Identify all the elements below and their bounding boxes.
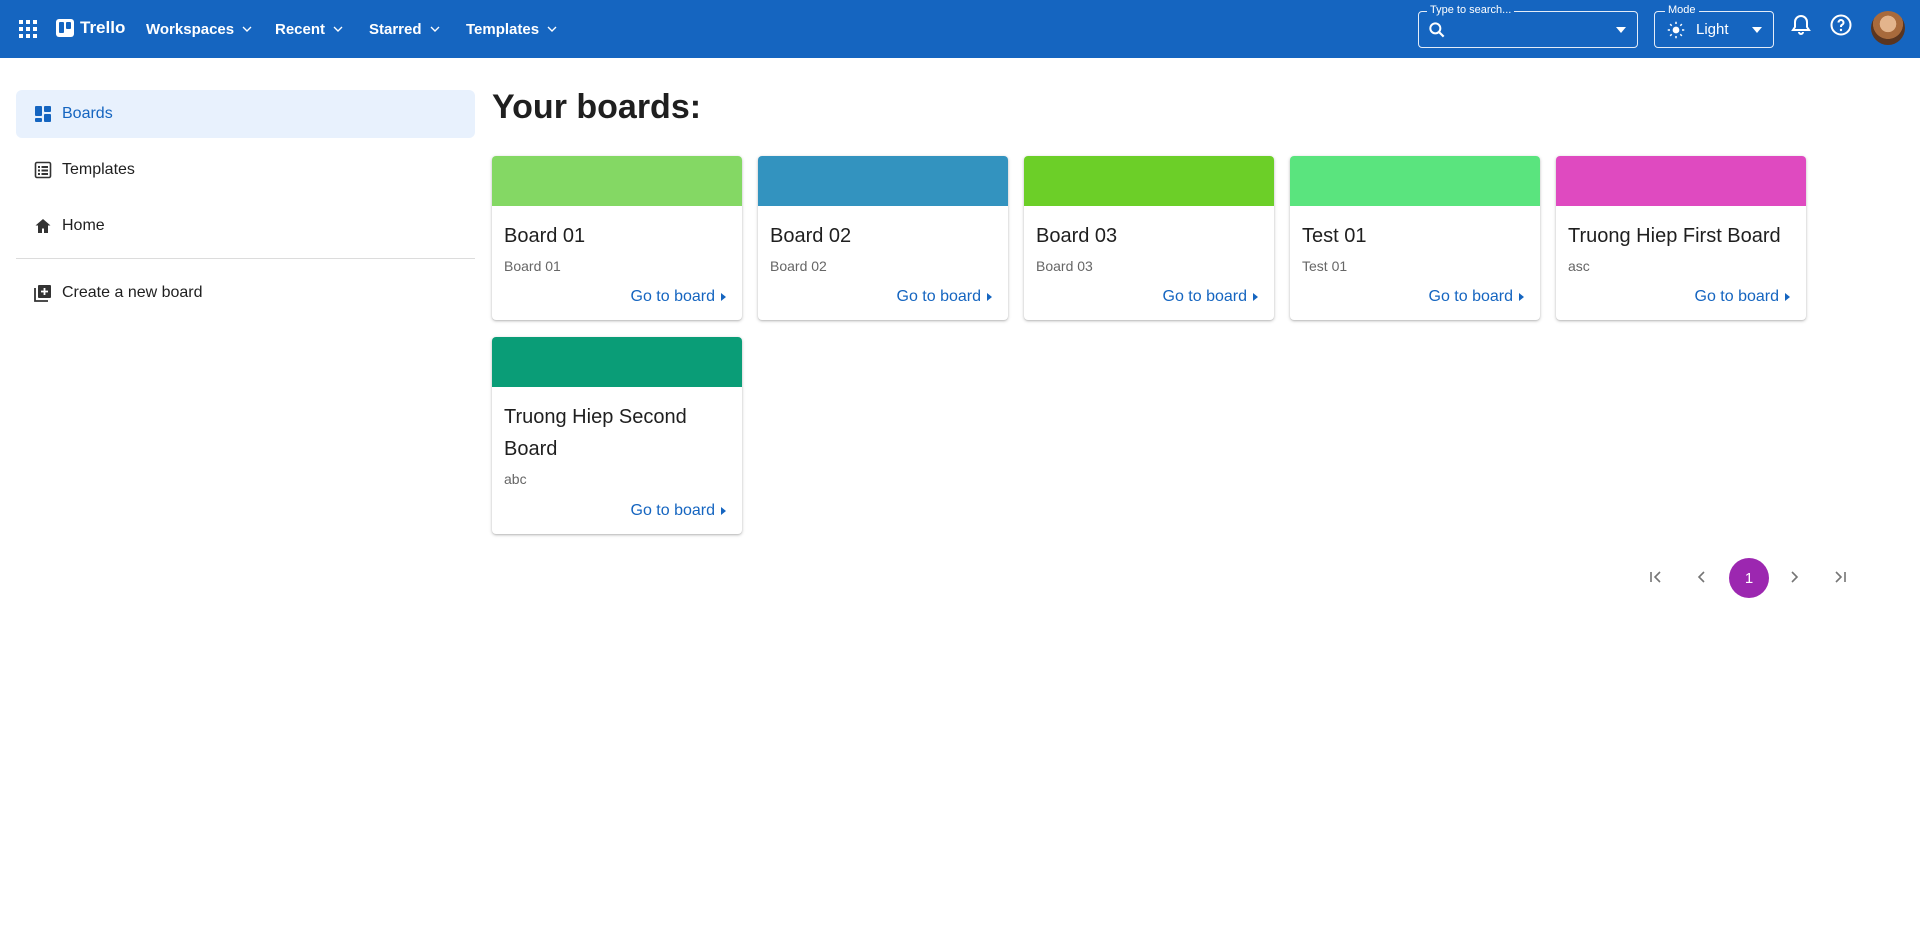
- nav-workspaces[interactable]: Workspaces: [146, 0, 255, 58]
- app-name: Trello: [80, 18, 126, 37]
- board-description: Test 01: [1302, 258, 1348, 274]
- nav-starred[interactable]: Starred: [369, 0, 443, 58]
- board-cover: [758, 156, 1008, 206]
- app-logo[interactable]: Trello: [56, 18, 125, 38]
- caret-down-icon: [1752, 27, 1762, 33]
- go-to-board-label: Go to board: [1428, 288, 1514, 305]
- go-to-board-link[interactable]: Go to board: [630, 288, 726, 306]
- previous-page-button[interactable]: [1684, 559, 1720, 595]
- sun-icon: [1667, 21, 1685, 39]
- sidebar-divider: [16, 258, 475, 259]
- board-title: Board 02: [770, 225, 852, 247]
- go-to-board-link[interactable]: Go to board: [630, 502, 726, 520]
- go-to-board-label: Go to board: [896, 288, 982, 305]
- first-page-icon: [1650, 571, 1661, 583]
- board-card[interactable]: Truong Hiep First Board asc Go to board: [1556, 156, 1806, 320]
- sidebar-item-templates[interactable]: Templates: [16, 146, 475, 194]
- caret-down-icon[interactable]: [1615, 24, 1627, 36]
- avatar[interactable]: [1871, 11, 1905, 45]
- board-description: Board 03: [1036, 258, 1093, 274]
- current-page-button[interactable]: 1: [1729, 558, 1769, 598]
- search-label: Type to search...: [1427, 4, 1515, 16]
- first-page-button[interactable]: [1638, 559, 1674, 595]
- board-description: Board 02: [770, 258, 827, 274]
- chevron-left-icon: [1697, 571, 1705, 583]
- board-cover: [492, 156, 742, 206]
- board-card[interactable]: Board 03 Board 03 Go to board: [1024, 156, 1274, 320]
- go-to-board-label: Go to board: [630, 288, 716, 305]
- go-to-board-label: Go to board: [1162, 288, 1248, 305]
- board-description: Board 01: [504, 258, 561, 274]
- board-card[interactable]: Truong Hiep Second Board abc Go to board: [492, 337, 742, 534]
- page-title: Your boards:: [492, 88, 702, 126]
- next-page-button[interactable]: [1776, 559, 1812, 595]
- board-title: Board 03: [1036, 225, 1118, 247]
- board-title: Test 01: [1302, 225, 1367, 247]
- chevron-down-icon: [333, 26, 343, 32]
- sidebar-item-label: Create a new board: [62, 284, 203, 301]
- nav-recent[interactable]: Recent: [275, 0, 346, 58]
- chevron-down-icon: [430, 26, 440, 32]
- list-alt-icon: [34, 161, 52, 179]
- arrow-right-icon: [721, 293, 726, 301]
- sidebar: Boards Templates Home Create a new board: [16, 90, 475, 325]
- sidebar-item-label: Templates: [62, 161, 135, 178]
- library-add-icon: [34, 284, 52, 302]
- go-to-board-link[interactable]: Go to board: [1694, 288, 1790, 306]
- board-cover: [1024, 156, 1274, 206]
- board-cover: [492, 337, 742, 387]
- help-icon[interactable]: [1829, 13, 1853, 37]
- mode-value: Light: [1696, 21, 1729, 38]
- board-description: abc: [504, 471, 527, 487]
- notifications-bell-icon[interactable]: [1789, 13, 1813, 37]
- chevron-down-icon: [547, 26, 557, 32]
- go-to-board-label: Go to board: [630, 502, 716, 519]
- mode-select[interactable]: Mode Light: [1654, 4, 1774, 48]
- go-to-board-label: Go to board: [1694, 288, 1780, 305]
- sidebar-item-home[interactable]: Home: [16, 202, 475, 250]
- board-cover: [1556, 156, 1806, 206]
- go-to-board-link[interactable]: Go to board: [1162, 288, 1258, 306]
- trello-logo-icon: [56, 19, 74, 37]
- board-description: asc: [1568, 258, 1590, 274]
- search-input[interactable]: Type to search...: [1418, 4, 1638, 48]
- nav-starred-label: Starred: [369, 20, 422, 38]
- chevron-right-icon: [1791, 571, 1799, 583]
- nav-templates-label: Templates: [466, 20, 540, 38]
- go-to-board-link[interactable]: Go to board: [1428, 288, 1524, 306]
- arrow-right-icon: [721, 507, 726, 515]
- sidebar-item-boards[interactable]: Boards: [16, 90, 475, 138]
- sidebar-item-label: Home: [62, 217, 105, 234]
- board-cover: [1290, 156, 1540, 206]
- arrow-right-icon: [1253, 293, 1258, 301]
- board-title: Truong Hiep Second Board: [504, 406, 687, 460]
- arrow-right-icon: [987, 293, 992, 301]
- nav-recent-label: Recent: [275, 20, 326, 38]
- apps-grid-icon[interactable]: [16, 17, 40, 41]
- nav-workspaces-label: Workspaces: [146, 20, 235, 38]
- dashboard-icon: [34, 105, 52, 123]
- board-card[interactable]: Board 01 Board 01 Go to board: [492, 156, 742, 320]
- arrow-right-icon: [1519, 293, 1524, 301]
- board-card[interactable]: Test 01 Test 01 Go to board: [1290, 156, 1540, 320]
- arrow-right-icon: [1785, 293, 1790, 301]
- nav-templates[interactable]: Templates: [466, 0, 560, 58]
- search-icon: [1429, 22, 1445, 38]
- last-page-icon: [1835, 571, 1846, 583]
- board-title: Truong Hiep First Board: [1568, 225, 1781, 247]
- board-card[interactable]: Board 02 Board 02 Go to board: [758, 156, 1008, 320]
- sidebar-item-create-board[interactable]: Create a new board: [16, 269, 475, 317]
- mode-label: Mode: [1665, 4, 1699, 16]
- go-to-board-link[interactable]: Go to board: [896, 288, 992, 306]
- chevron-down-icon: [242, 26, 252, 32]
- board-title: Board 01: [504, 225, 586, 247]
- top-app-bar: Trello Workspaces Recent Starred Templat…: [0, 0, 1920, 58]
- home-icon: [34, 217, 52, 235]
- last-page-button[interactable]: [1822, 559, 1858, 595]
- sidebar-item-label: Boards: [62, 105, 113, 122]
